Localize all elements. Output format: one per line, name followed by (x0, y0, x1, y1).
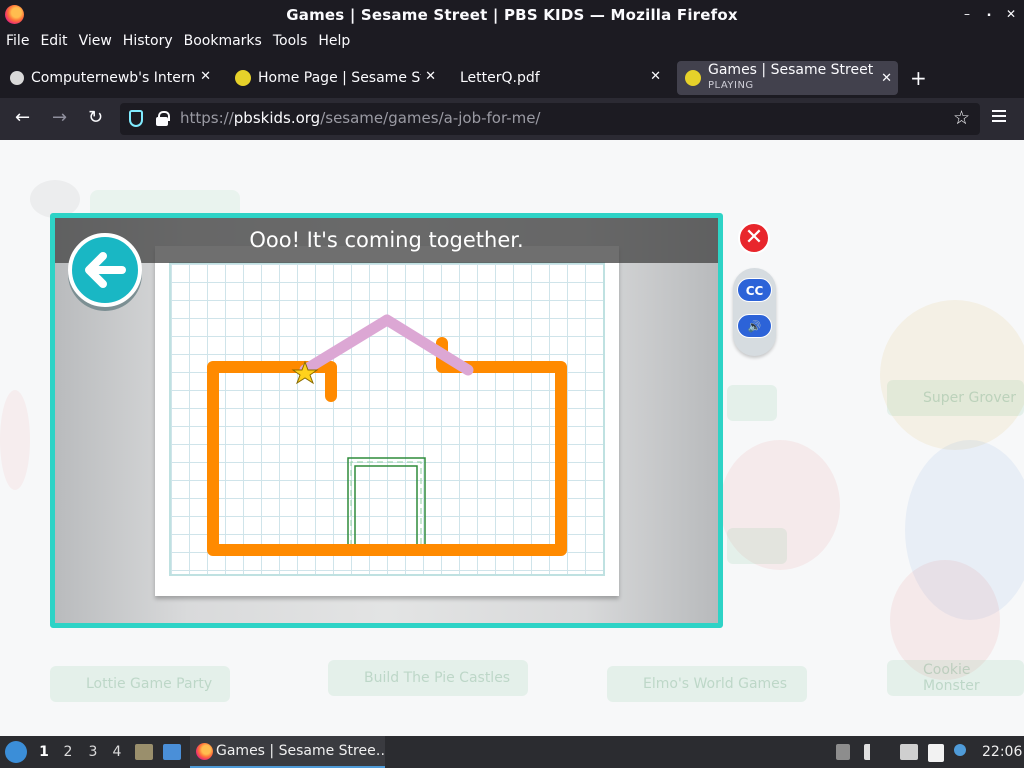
document-icon (10, 71, 24, 85)
house-drawing[interactable] (155, 246, 619, 596)
clock: 22:06 (982, 744, 1023, 760)
clipboard-icon[interactable] (928, 744, 944, 762)
workspace-1[interactable]: 1 (34, 744, 54, 760)
game-back-button[interactable] (68, 233, 142, 307)
volume-icon[interactable] (864, 744, 880, 760)
menu-bookmarks[interactable]: Bookmarks (184, 33, 262, 49)
sesame-icon (685, 70, 701, 86)
network-icon[interactable] (900, 744, 918, 760)
game-message-banner: Ooo! It's coming together. (55, 218, 718, 263)
menu-file[interactable]: File (6, 33, 29, 49)
menu-edit[interactable]: Edit (40, 33, 67, 49)
tab-close-icon[interactable]: ✕ (425, 69, 436, 84)
game-message: Ooo! It's coming together. (249, 228, 524, 252)
maximize-button[interactable]: ⬝ (982, 6, 996, 22)
window-controls: – ⬝ ✕ (960, 6, 1018, 22)
sound-button[interactable]: 🔊 (737, 314, 772, 338)
bg-tile-label[interactable]: Build The Pie Castles (328, 660, 528, 696)
menu-help[interactable]: Help (318, 33, 350, 49)
navigation-bar: ← → ↻ https://pbskids.org/sesame/games/a… (0, 98, 1024, 140)
back-icon[interactable]: ← (15, 108, 30, 128)
app-menu-icon[interactable] (992, 110, 1006, 122)
bookmark-star-icon[interactable]: ☆ (953, 107, 970, 129)
grid-paper (155, 246, 619, 596)
character-ernie-icon (880, 300, 1024, 450)
tab-letterq-pdf[interactable]: LetterQ.pdf ✕ (452, 61, 667, 95)
tab-close-icon[interactable]: ✕ (881, 71, 892, 86)
firefox-logo-icon (5, 5, 24, 24)
window-title: Games | Sesame Street | PBS KIDS — Mozil… (286, 6, 738, 24)
arrow-left-icon (85, 252, 126, 288)
tab-close-icon[interactable]: ✕ (650, 69, 661, 84)
lock-icon[interactable] (156, 111, 170, 126)
workspace-4[interactable]: 4 (107, 744, 127, 760)
firefox-icon (196, 743, 213, 760)
tab-games-active[interactable]: Games | Sesame Street | PLAYING ✕ (677, 61, 898, 95)
speaker-icon: 🔊 (747, 320, 762, 333)
menu-history[interactable]: History (123, 33, 173, 49)
tab-playing-indicator: PLAYING (708, 80, 754, 91)
page-content: Lottie Game Party Build The Pie Castles … (0, 140, 1024, 736)
tab-bar: Computernewb's Internet ✕ Home Page | Se… (0, 58, 1024, 98)
workspace-2[interactable]: 2 (58, 744, 78, 760)
desktop-icon[interactable] (163, 744, 181, 760)
sesame-icon (235, 70, 251, 86)
bg-tile-label[interactable]: Cookie Monster (887, 660, 1024, 696)
new-tab-button[interactable]: + (910, 66, 927, 90)
address-bar[interactable]: https://pbskids.org/sesame/games/a-job-f… (120, 103, 980, 135)
close-window-button[interactable]: ✕ (1004, 6, 1018, 22)
menu-view[interactable]: View (79, 33, 112, 49)
tab-sesame-home[interactable]: Home Page | Sesame Stre ✕ (227, 61, 442, 95)
menu-bar: File Edit View History Bookmarks Tools H… (0, 30, 1024, 52)
title-bar: Games | Sesame Street | PBS KIDS — Mozil… (0, 0, 1024, 30)
taskbar-firefox-window[interactable]: Games | Sesame Stree… (190, 736, 385, 768)
tray-up-icon[interactable] (836, 744, 850, 760)
tracking-shield-icon[interactable] (129, 110, 143, 127)
game-controls: CC 🔊 (733, 268, 776, 356)
reload-icon[interactable]: ↻ (88, 108, 103, 128)
file-manager-icon[interactable] (135, 744, 153, 760)
tab-computernewb[interactable]: Computernewb's Internet ✕ (2, 61, 217, 95)
tab-close-icon[interactable]: ✕ (200, 69, 211, 84)
forward-icon[interactable]: → (52, 108, 67, 128)
workspace-3[interactable]: 3 (83, 744, 103, 760)
closed-captions-button[interactable]: CC (737, 278, 772, 302)
game-frame[interactable]: Ooo! It's coming together. (50, 213, 723, 628)
start-menu-icon[interactable] (5, 741, 27, 763)
taskbar: 1 2 3 4 Games | Sesame Stree… 22:06 (0, 736, 1024, 768)
close-game-button[interactable]: ✕ (738, 222, 770, 254)
minimize-button[interactable]: – (960, 6, 974, 22)
bg-tile-label[interactable]: Elmo's World Games (607, 666, 807, 702)
bg-tile-label[interactable]: Lottie Game Party (50, 666, 230, 702)
notification-icon[interactable] (954, 744, 966, 756)
url-text[interactable]: https://pbskids.org/sesame/games/a-job-f… (180, 109, 540, 127)
menu-tools[interactable]: Tools (273, 33, 308, 49)
bg-tile-label[interactable]: Super Grover (887, 380, 1024, 416)
